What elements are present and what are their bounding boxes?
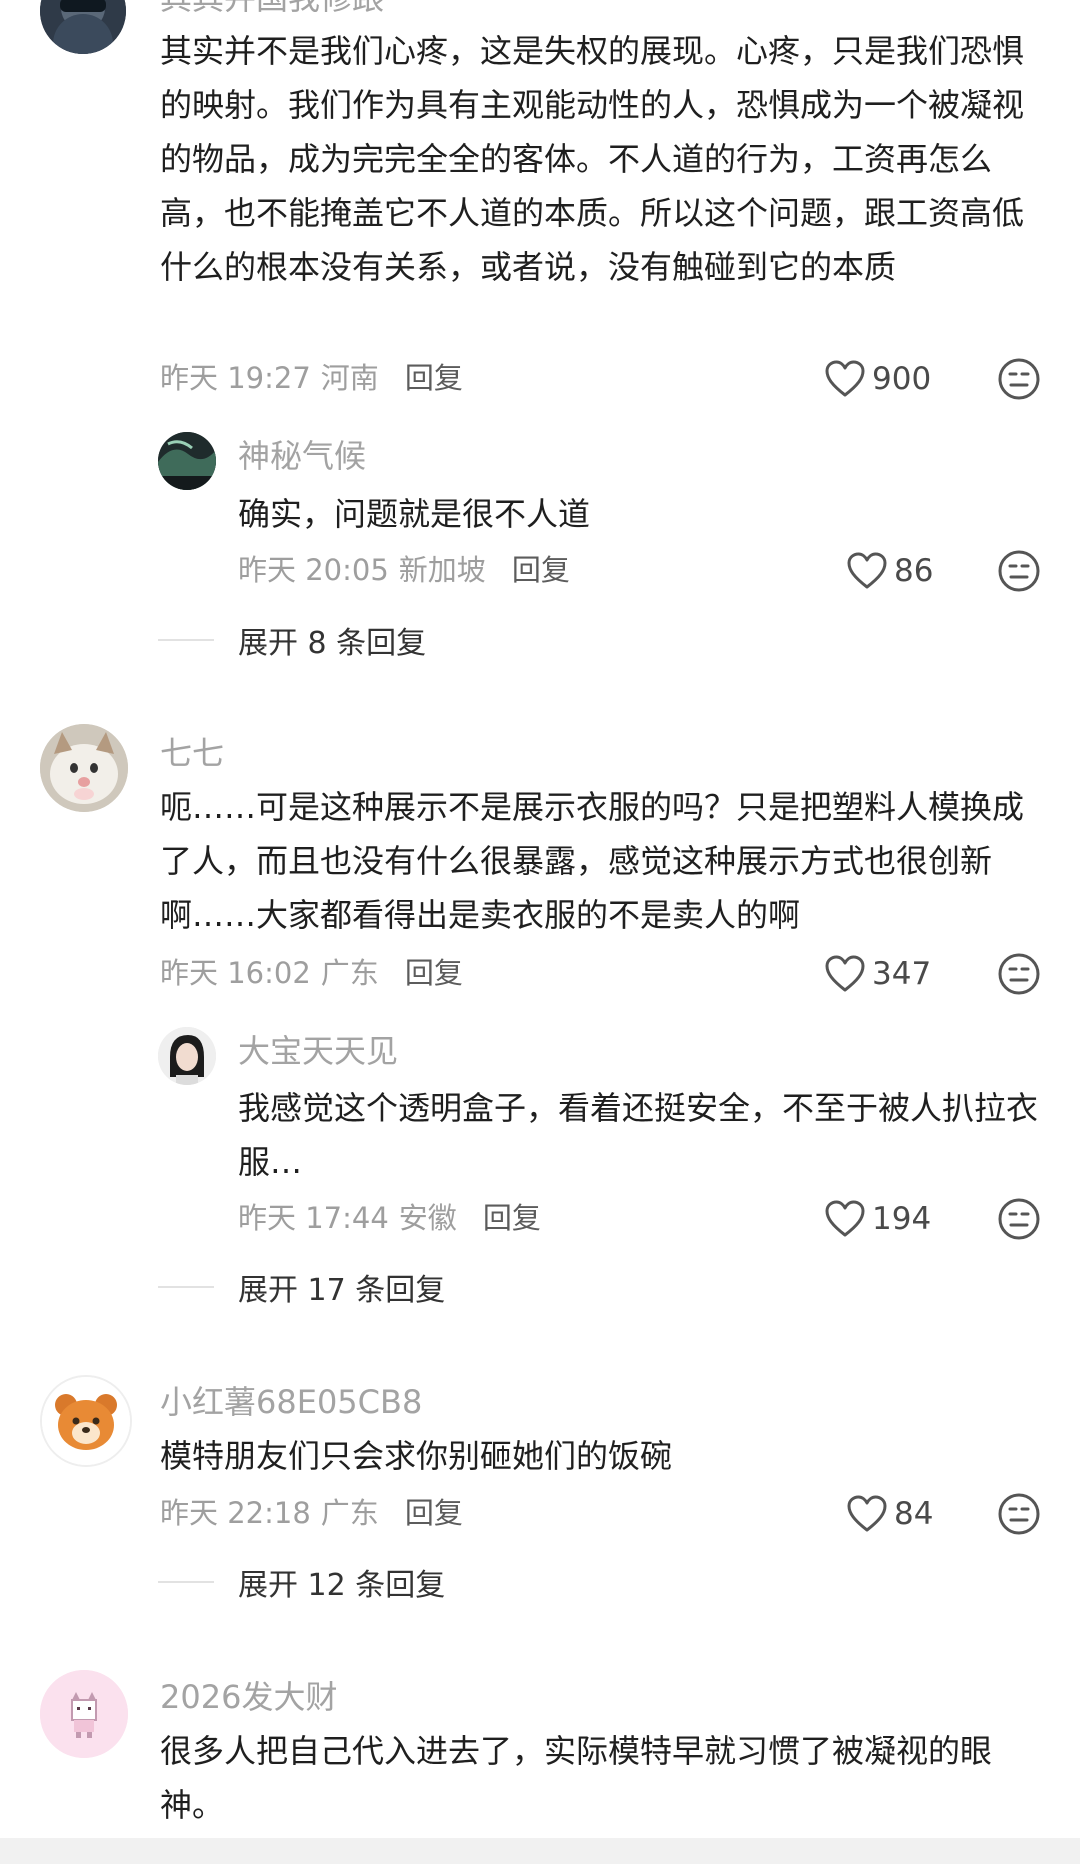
comment-meta: 昨天 19:27 河南 回复 (160, 360, 463, 396)
heart-outline-icon (847, 552, 887, 589)
reply-text: 我感觉这个透明盒子，看着还挺安全，不至于被人扒拉衣服… (238, 1089, 1039, 1181)
timestamp: 昨天 16:02 (160, 956, 311, 990)
like-count: 84 (894, 1496, 934, 1532)
expand-label: 展开 8 条回复 (238, 626, 427, 661)
avatar[interactable] (40, 0, 126, 54)
comment-meta: 昨天 16:02 广东 回复 (160, 955, 463, 991)
expand-replies-button[interactable]: 展开 8 条回复 (158, 618, 426, 662)
expand-replies-button[interactable]: 展开 12 条回复 (158, 1560, 445, 1604)
avatar[interactable] (40, 724, 128, 812)
expand-label: 展开 12 条回复 (238, 1568, 446, 1603)
neutral-face-icon[interactable] (997, 549, 1041, 593)
neutral-face-icon[interactable] (997, 1492, 1041, 1536)
reply-text: 确实，问题就是很不人道 (238, 495, 591, 533)
timestamp: 昨天 19:27 (160, 361, 311, 395)
timestamp: 昨天 17:44 (238, 1201, 389, 1235)
expand-replies-button[interactable]: 展开 17 条回复 (158, 1265, 445, 1309)
username[interactable]: 其其并国我修跟 (160, 0, 384, 18)
reply-button[interactable]: 回复 (405, 1496, 463, 1530)
like-count: 86 (894, 553, 934, 589)
like-button[interactable]: 86 (846, 549, 933, 593)
reply-button[interactable]: 回复 (405, 361, 463, 395)
neutral-face-icon[interactable] (997, 357, 1041, 401)
avatar[interactable] (158, 432, 216, 490)
comment-text: 其实并不是我们心疼，这是失权的展现。心疼，只是我们恐惧的映射。我们作为具有主观能… (160, 32, 1025, 286)
username[interactable]: 2026发大财 (160, 1677, 337, 1717)
reply-button[interactable]: 回复 (405, 956, 463, 990)
region: 广东 (320, 1496, 379, 1530)
comment-text: 很多人把自己代入进去了，实际模特早就习惯了被凝视的眼神。 (160, 1732, 993, 1824)
region: 广东 (320, 956, 379, 990)
divider (158, 639, 214, 641)
avatar[interactable] (158, 1027, 216, 1085)
like-button[interactable]: 194 (824, 1197, 931, 1241)
reply-meta: 昨天 20:05 新加坡 回复 (238, 552, 570, 588)
comment-text: 模特朋友们只会求你别砸她们的饭碗 (160, 1437, 673, 1475)
timestamp: 昨天 22:18 (160, 1496, 311, 1530)
reply-button[interactable]: 回复 (512, 553, 570, 587)
username[interactable]: 小红薯68E05CB8 (160, 1382, 422, 1422)
reply-username[interactable]: 大宝天天见 (238, 1031, 398, 1071)
region: 新加坡 (398, 553, 486, 587)
like-button[interactable]: 347 (824, 952, 931, 996)
reply-button[interactable]: 回复 (483, 1201, 541, 1235)
reply-username[interactable]: 神秘气候 (238, 436, 366, 476)
neutral-face-icon[interactable] (997, 1197, 1041, 1241)
heart-outline-icon (825, 1200, 865, 1237)
like-button[interactable]: 84 (846, 1492, 933, 1536)
region: 安徽 (398, 1201, 457, 1235)
like-count: 900 (872, 361, 932, 397)
like-count: 194 (872, 1201, 932, 1237)
like-button[interactable]: 900 (824, 357, 931, 401)
expand-label: 展开 17 条回复 (238, 1273, 446, 1308)
heart-outline-icon (825, 955, 865, 992)
avatar[interactable] (40, 1375, 132, 1467)
timestamp: 昨天 20:05 (238, 553, 389, 587)
divider (158, 1581, 214, 1583)
bottom-divider (0, 1838, 1080, 1864)
comment-text: 呃……可是这种展示不是展示衣服的吗？只是把塑料人模换成了人，而且也没有什么很暴露… (160, 788, 1025, 934)
avatar[interactable] (40, 1670, 128, 1758)
comment-meta: 昨天 22:18 广东 回复 (160, 1495, 463, 1531)
neutral-face-icon[interactable] (997, 952, 1041, 996)
heart-outline-icon (847, 1495, 887, 1532)
like-count: 347 (872, 956, 932, 992)
region: 河南 (320, 361, 379, 395)
reply-meta: 昨天 17:44 安徽 回复 (238, 1200, 541, 1236)
username[interactable]: 七七 (160, 733, 224, 773)
heart-outline-icon (825, 360, 865, 397)
divider (158, 1286, 214, 1288)
